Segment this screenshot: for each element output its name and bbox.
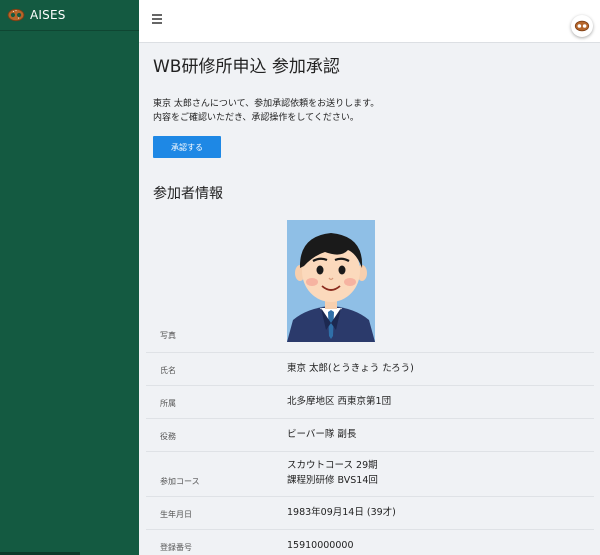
role-value: ビーバー隊 副長 [287,429,357,440]
row-affiliation: 所属 北多摩地区 西東京第1団 [146,386,594,419]
course-value-2: 課程別研修 BVS14回 [287,475,378,486]
birthdate-value: 1983年09月14日 (39才) [287,507,396,518]
role-label: 役務 [160,432,176,441]
app-name: AISES [30,8,66,22]
brand[interactable]: AISES [0,0,139,31]
row-birthdate: 生年月日 1983年09月14日 (39才) [146,497,594,530]
top-bar [139,0,600,43]
avatar[interactable] [571,15,593,37]
hamburger-icon[interactable] [152,14,162,24]
message-line-1: 東京 太郎さんについて、参加承認依頼をお送りします。 [153,99,380,109]
name-label: 氏名 [160,366,176,375]
sidebar: AISES [0,0,139,555]
row-role: 役務 ビーバー隊 副長 [146,419,594,452]
row-photo: 写真 [146,216,594,353]
pretzel-avatar-icon [574,20,590,32]
approve-button[interactable]: 承認する [153,136,221,158]
portrait-photo [287,220,375,342]
main-content: WB研修所申込 参加承認 東京 太郎さんについて、参加承認依頼をお送りします。 … [139,43,600,555]
photo-label: 写真 [160,331,176,340]
pretzel-logo-icon [7,8,25,22]
affiliation-label: 所属 [160,399,176,408]
page-title: WB研修所申込 参加承認 [153,57,340,77]
birthdate-label: 生年月日 [160,510,192,519]
request-message: 東京 太郎さんについて、参加承認依頼をお送りします。 内容をご確認いただき、承認… [153,97,379,125]
course-value-1: スカウトコース 29期 [287,460,378,471]
participant-info-table: 写真 氏名 東京 太郎(とうきょう たろう) 所属 北多摩地区 西東京第1団 役… [146,216,594,555]
name-value: 東京 太郎(とうきょう たろう) [287,363,414,374]
affiliation-value: 北多摩地区 西東京第1団 [287,396,392,407]
section-title: 参加者情報 [153,186,223,202]
row-registration: 登録番号 15910000000 [146,530,594,555]
registration-label: 登録番号 [160,543,192,552]
row-course: 参加コース スカウトコース 29期 課程別研修 BVS14回 [146,452,594,497]
registration-value: 15910000000 [287,540,354,551]
row-name: 氏名 東京 太郎(とうきょう たろう) [146,353,594,386]
course-label: 参加コース [160,477,200,486]
message-line-2: 内容をご確認いただき、承認操作をしてください。 [153,113,359,123]
